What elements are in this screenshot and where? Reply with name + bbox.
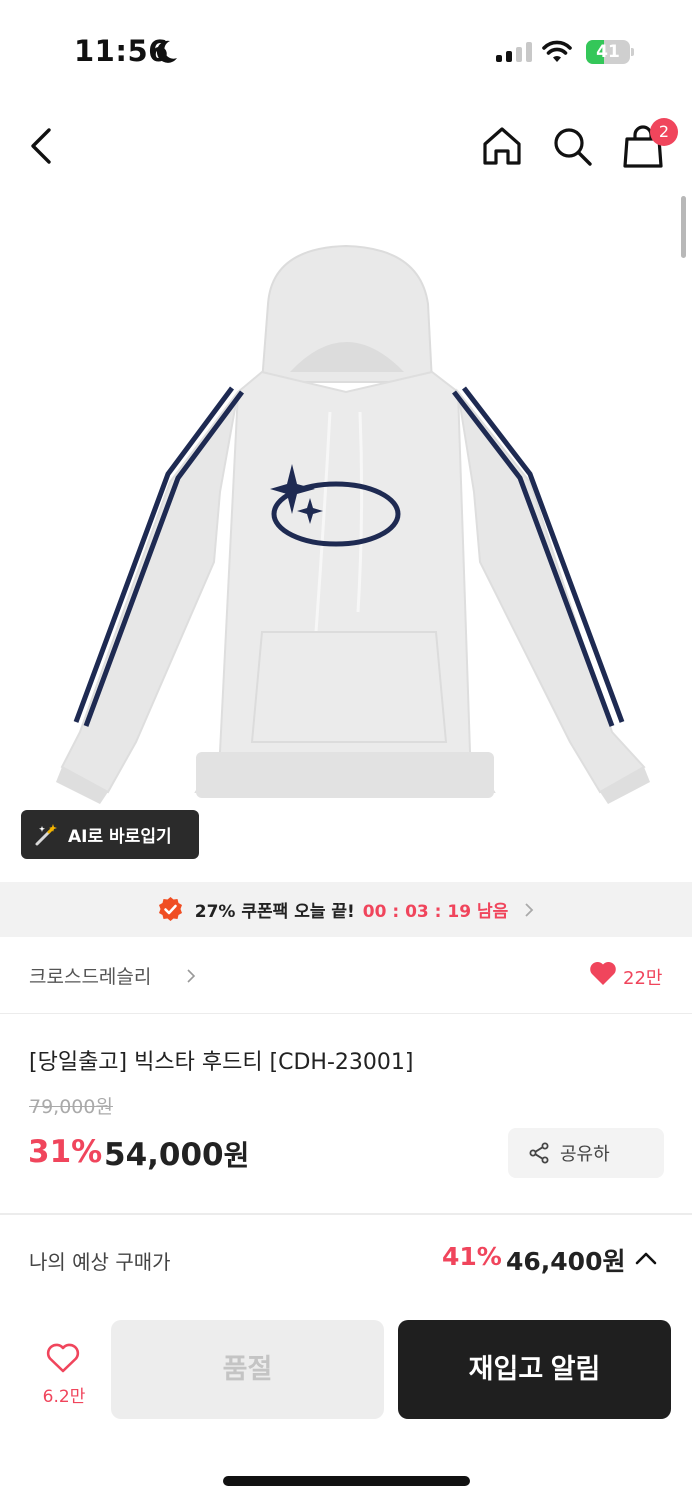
expected-price-value: 46,400원 [506, 1247, 626, 1276]
coupon-countdown: 00 : 03 : 19 남음 [362, 902, 509, 922]
top-nav-bar [0, 110, 692, 190]
discount-rate: 31% [28, 1134, 103, 1170]
ai-fitting-button[interactable]: AI로 바로입기 [21, 810, 199, 859]
home-indicator [223, 1476, 470, 1486]
like-button[interactable]: 6.2만 [22, 1330, 106, 1420]
expected-price-rate: 41% [442, 1242, 502, 1271]
restock-alert-button[interactable]: 재입고 알림 [398, 1320, 671, 1419]
original-price: 79,000원 [29, 1096, 113, 1118]
section-divider [0, 1213, 692, 1215]
sale-price-value: 54,000 [104, 1137, 224, 1173]
share-icon [529, 1142, 549, 1164]
cart-count-badge: 2 [650, 118, 678, 146]
soldout-button[interactable]: 품절 [111, 1320, 384, 1419]
coupon-text: 27% 쿠폰팩 오늘 끝! [194, 902, 355, 922]
brand-wish-count: 22만 [623, 968, 663, 989]
status-bar: 11:56 41 [0, 0, 692, 100]
coupon-banner[interactable]: 27% 쿠폰팩 오늘 끝! 00 : 03 : 19 남음 [0, 882, 692, 937]
product-image[interactable] [0, 192, 692, 882]
search-icon[interactable] [550, 124, 594, 168]
home-icon[interactable] [480, 124, 524, 168]
expected-price-label: 나의 예상 구매가 [29, 1250, 171, 1274]
magic-wand-icon [35, 823, 57, 845]
chevron-up-icon[interactable] [634, 1250, 658, 1266]
share-label: 공유하 [560, 1144, 610, 1165]
like-count: 6.2만 [42, 1387, 86, 1407]
battery-level: 41 [596, 42, 620, 62]
price-unit: 원 [223, 1139, 250, 1172]
image-scroll-indicator [681, 196, 686, 258]
ai-fitting-label: AI로 바로입기 [68, 827, 172, 847]
brand-name-link[interactable]: 크로스드레슬리 [29, 962, 151, 989]
chevron-right-icon [525, 902, 534, 917]
heart-icon[interactable] [589, 960, 617, 986]
hoodie-image [56, 244, 650, 804]
chevron-right-icon[interactable] [186, 968, 196, 984]
moon-icon [156, 40, 177, 63]
wifi-icon [542, 40, 572, 62]
battery-charging-icon: 41 [586, 40, 634, 64]
cellular-signal-icon [496, 42, 532, 62]
share-button[interactable]: 공유하 [508, 1128, 664, 1178]
heart-outline-icon [46, 1343, 80, 1373]
sale-price: 54,000원 [104, 1134, 249, 1174]
verified-badge-icon [158, 897, 182, 921]
product-title: [당일출고] 빅스타 후드티 [CDH-23001] [29, 1050, 414, 1075]
back-chevron-icon[interactable] [22, 124, 62, 168]
